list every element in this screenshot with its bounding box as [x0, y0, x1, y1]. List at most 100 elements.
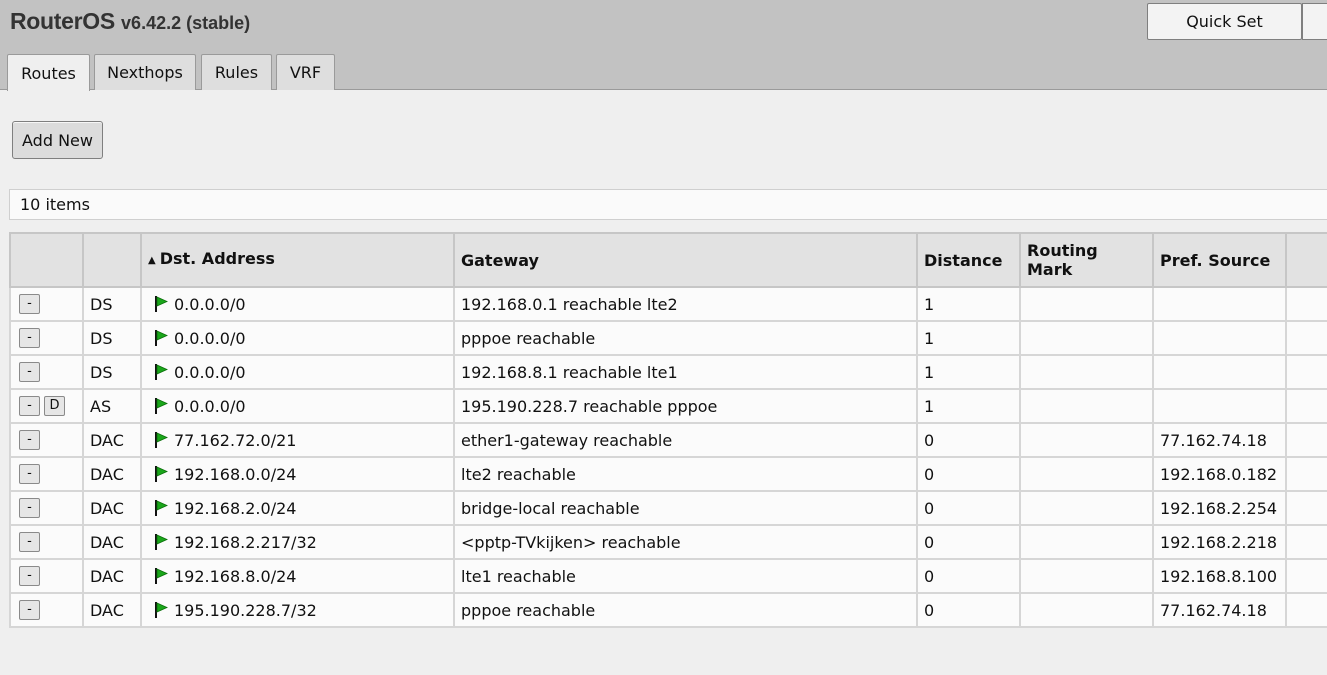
- cell-distance: 0: [916, 524, 1021, 560]
- cell-distance: 1: [916, 388, 1021, 424]
- table-row[interactable]: - DS 0.0.0.0/0 192.168.8.1 reachable lte1 1: [9, 354, 1327, 390]
- disable-button[interactable]: D: [44, 396, 65, 417]
- green-flag-icon: [154, 329, 168, 346]
- quick-set-button[interactable]: Quick Set: [1147, 3, 1302, 40]
- cell-gateway: 192.168.8.1 reachable lte1: [453, 354, 918, 390]
- cell-routing-mark: [1019, 524, 1154, 560]
- green-flag-icon: [154, 295, 168, 312]
- remove-button[interactable]: -: [19, 328, 40, 349]
- remove-button[interactable]: -: [19, 294, 40, 315]
- table-row[interactable]: - DS 0.0.0.0/0 pppoe reachable 1: [9, 320, 1327, 356]
- cell-flags: DAC: [82, 524, 142, 560]
- table-row[interactable]: - DAC 192.168.2.217/32 <pptp-TVkijken> reac…: [9, 524, 1327, 560]
- cell-routing-mark: [1019, 558, 1154, 594]
- header-actions: [9, 232, 84, 288]
- cell-gateway: pppoe reachable: [453, 592, 918, 628]
- cell-extra: [1285, 388, 1327, 424]
- cell-gateway: ether1-gateway reachable: [453, 422, 918, 458]
- add-new-button[interactable]: Add New: [12, 121, 103, 159]
- header-routing-mark[interactable]: Routing Mark: [1019, 232, 1154, 288]
- remove-button[interactable]: -: [19, 396, 40, 417]
- remove-button[interactable]: -: [19, 430, 40, 451]
- tab-nexthops[interactable]: Nexthops: [94, 54, 196, 90]
- table-row[interactable]: - DAC 192.168.2.0/24 bridge-local reachable…: [9, 490, 1327, 526]
- header-pref-source[interactable]: Pref. Source: [1152, 232, 1287, 288]
- cell-dst-address[interactable]: 0.0.0.0/0: [140, 388, 455, 424]
- cell-distance: 0: [916, 558, 1021, 594]
- table-header-row: ▲ Dst. Address Gateway Distance Routing M…: [9, 232, 1327, 288]
- cell-flags: DS: [82, 320, 142, 356]
- header-distance[interactable]: Distance: [916, 232, 1021, 288]
- cell-gateway: pppoe reachable: [453, 320, 918, 356]
- cell-actions: -: [9, 456, 84, 492]
- header-gateway[interactable]: Gateway: [453, 232, 918, 288]
- cell-distance: 0: [916, 456, 1021, 492]
- cell-extra: [1285, 558, 1327, 594]
- cell-actions: -D: [9, 388, 84, 424]
- header-extra: [1285, 232, 1327, 288]
- cell-dst-address[interactable]: 192.168.2.217/32: [140, 524, 455, 560]
- table-row[interactable]: - DAC 195.190.228.7/32 pppoe reachable 0 77.1…: [9, 592, 1327, 628]
- cell-dst-address[interactable]: 77.162.72.0/21: [140, 422, 455, 458]
- header-dst-address[interactable]: ▲ Dst. Address: [140, 232, 455, 288]
- cell-dst-address[interactable]: 195.190.228.7/32: [140, 592, 455, 628]
- cell-flags: DAC: [82, 456, 142, 492]
- remove-button[interactable]: -: [19, 464, 40, 485]
- cell-dst-address[interactable]: 192.168.2.0/24: [140, 490, 455, 526]
- cell-dst-address[interactable]: 0.0.0.0/0: [140, 354, 455, 390]
- cell-distance: 0: [916, 490, 1021, 526]
- cell-pref-source: 192.168.0.182: [1152, 456, 1287, 492]
- cell-pref-source: 192.168.2.254: [1152, 490, 1287, 526]
- cell-pref-source: [1152, 286, 1287, 322]
- cell-routing-mark: [1019, 490, 1154, 526]
- green-flag-icon: [154, 363, 168, 380]
- item-count-bar: 10 items: [9, 189, 1327, 220]
- remove-button[interactable]: -: [19, 498, 40, 519]
- cell-dst-address[interactable]: 0.0.0.0/0: [140, 286, 455, 322]
- app-title: RouterOS v6.42.2 (stable): [10, 8, 250, 35]
- version-label: v6.42.2 (stable): [121, 13, 251, 33]
- cell-routing-mark: [1019, 388, 1154, 424]
- table-row[interactable]: - DAC 77.162.72.0/21 ether1-gateway reachab…: [9, 422, 1327, 458]
- cell-actions: -: [9, 592, 84, 628]
- remove-button[interactable]: -: [19, 362, 40, 383]
- green-flag-icon: [154, 601, 168, 618]
- cell-dst-address[interactable]: 192.168.8.0/24: [140, 558, 455, 594]
- tab-routes[interactable]: Routes: [7, 54, 90, 91]
- remove-button[interactable]: -: [19, 532, 40, 553]
- table-row[interactable]: - DS 0.0.0.0/0 192.168.0.1 reachable lte2 1: [9, 286, 1327, 322]
- green-flag-icon: [154, 431, 168, 448]
- cell-dst-address[interactable]: 192.168.0.0/24: [140, 456, 455, 492]
- cell-pref-source: 192.168.2.218: [1152, 524, 1287, 560]
- cell-flags: DAC: [82, 558, 142, 594]
- cell-routing-mark: [1019, 422, 1154, 458]
- header-extra-button[interactable]: [1302, 3, 1327, 40]
- cell-pref-source: [1152, 388, 1287, 424]
- routes-table: ▲ Dst. Address Gateway Distance Routing M…: [9, 232, 1327, 628]
- cell-pref-source: [1152, 320, 1287, 356]
- table-row[interactable]: - DAC 192.168.8.0/24 lte1 reachable 0 192.168…: [9, 558, 1327, 594]
- cell-extra: [1285, 592, 1327, 628]
- cell-gateway: 195.190.228.7 reachable pppoe: [453, 388, 918, 424]
- tab-rules[interactable]: Rules: [201, 54, 272, 90]
- product-name: RouterOS: [10, 8, 115, 34]
- cell-flags: DAC: [82, 490, 142, 526]
- cell-extra: [1285, 320, 1327, 356]
- remove-button[interactable]: -: [19, 566, 40, 587]
- cell-extra: [1285, 524, 1327, 560]
- cell-pref-source: 192.168.8.100: [1152, 558, 1287, 594]
- cell-extra: [1285, 422, 1327, 458]
- cell-pref-source: 77.162.74.18: [1152, 592, 1287, 628]
- cell-routing-mark: [1019, 592, 1154, 628]
- table-row[interactable]: - D AS 0.0.0.0/0 195.190.228.7 reachable ppp…: [9, 388, 1327, 424]
- cell-routing-mark: [1019, 286, 1154, 322]
- tab-vrf[interactable]: VRF: [276, 54, 335, 90]
- cell-dst-address[interactable]: 0.0.0.0/0: [140, 320, 455, 356]
- green-flag-icon: [154, 499, 168, 516]
- table-row[interactable]: - DAC 192.168.0.0/24 lte2 reachable 0 192.168…: [9, 456, 1327, 492]
- remove-button[interactable]: -: [19, 600, 40, 621]
- cell-gateway: lte2 reachable: [453, 456, 918, 492]
- cell-extra: [1285, 490, 1327, 526]
- cell-flags: DS: [82, 286, 142, 322]
- green-flag-icon: [154, 397, 168, 414]
